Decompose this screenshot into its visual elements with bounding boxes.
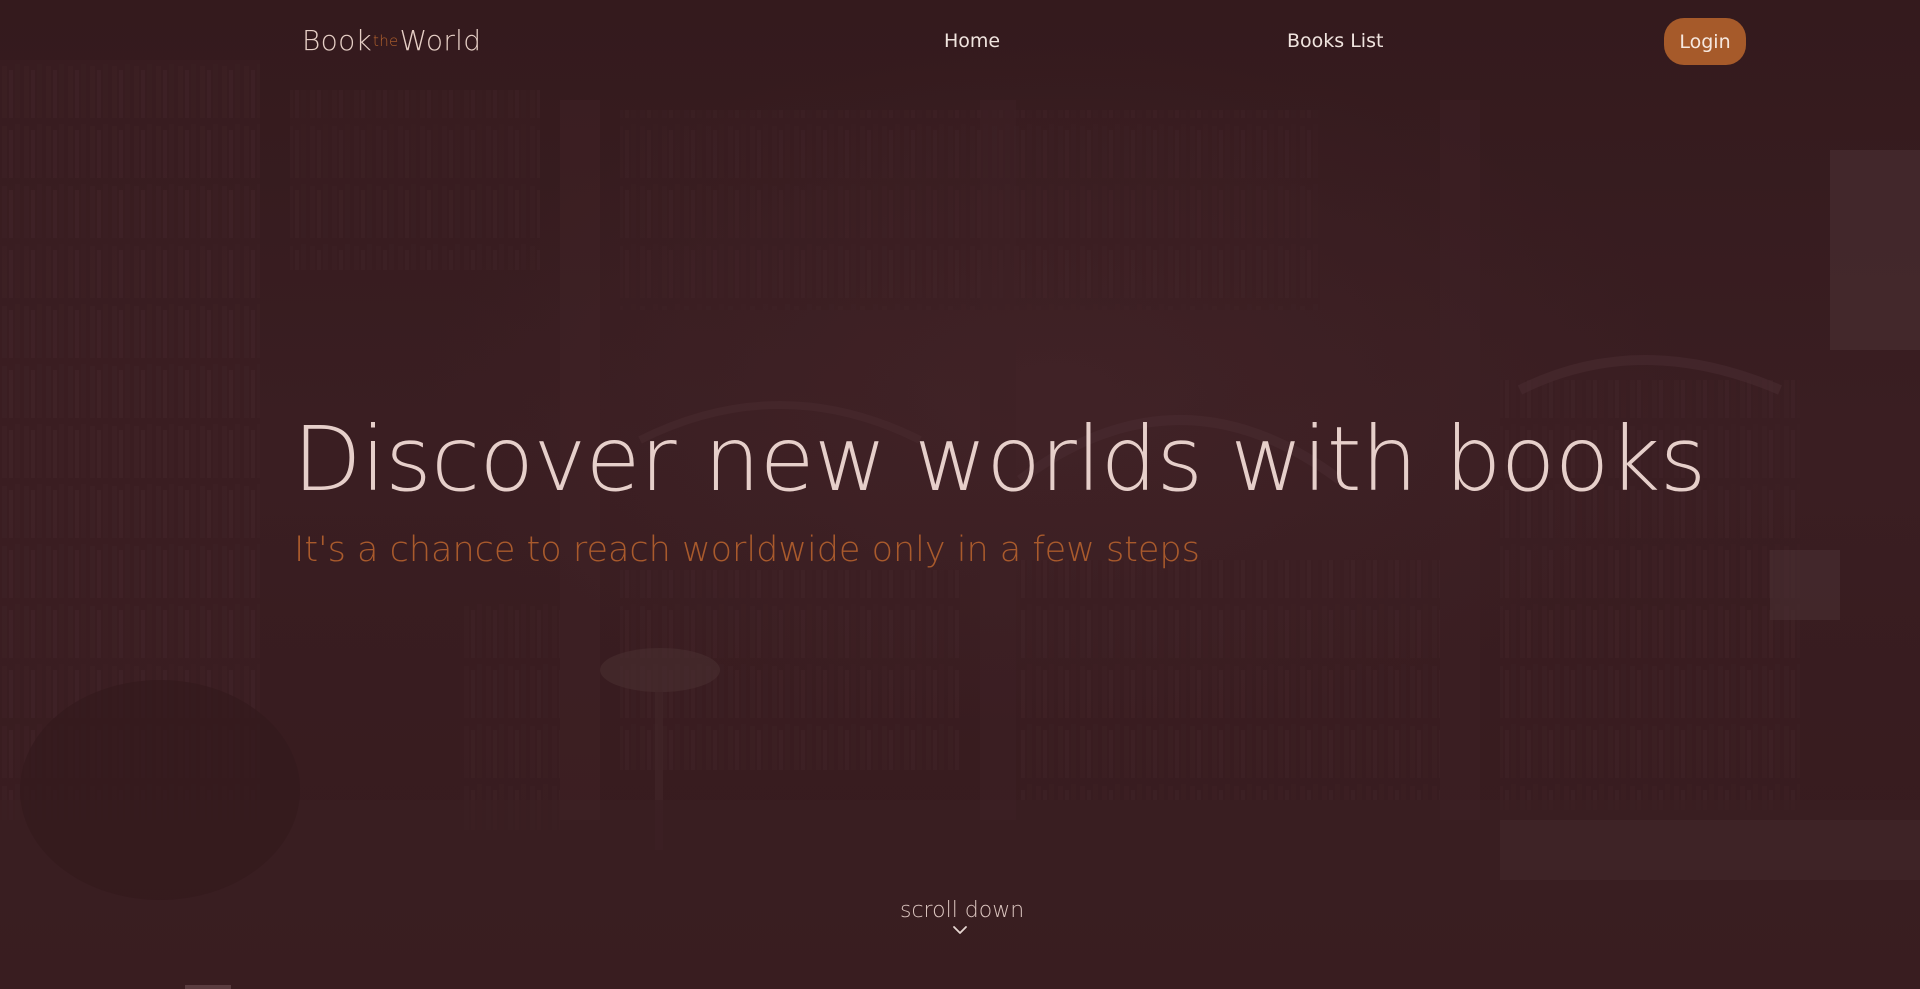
nav-link-books-list[interactable]: Books List bbox=[1287, 30, 1383, 52]
site-logo[interactable]: BooktheWorld bbox=[302, 24, 481, 57]
scroll-down-label: scroll down bbox=[900, 898, 1025, 923]
landing-page: BooktheWorld Home Books List Login Disco… bbox=[0, 0, 1920, 989]
login-button[interactable]: Login bbox=[1664, 18, 1746, 65]
scroll-indicator-bar bbox=[185, 985, 231, 989]
logo-word-the: the bbox=[373, 32, 399, 50]
scroll-down-control[interactable]: scroll down bbox=[900, 898, 1025, 935]
logo-word-book: Book bbox=[302, 24, 373, 57]
chevron-down-icon bbox=[953, 926, 967, 934]
logo-word-world: World bbox=[399, 24, 482, 57]
hero-subtitle: It's a chance to reach worldwide only in… bbox=[294, 530, 1200, 570]
nav-link-home[interactable]: Home bbox=[944, 30, 1000, 52]
top-navigation: BooktheWorld Home Books List Login bbox=[0, 0, 1920, 86]
hero-title: Discover new worlds with books bbox=[293, 407, 1706, 511]
